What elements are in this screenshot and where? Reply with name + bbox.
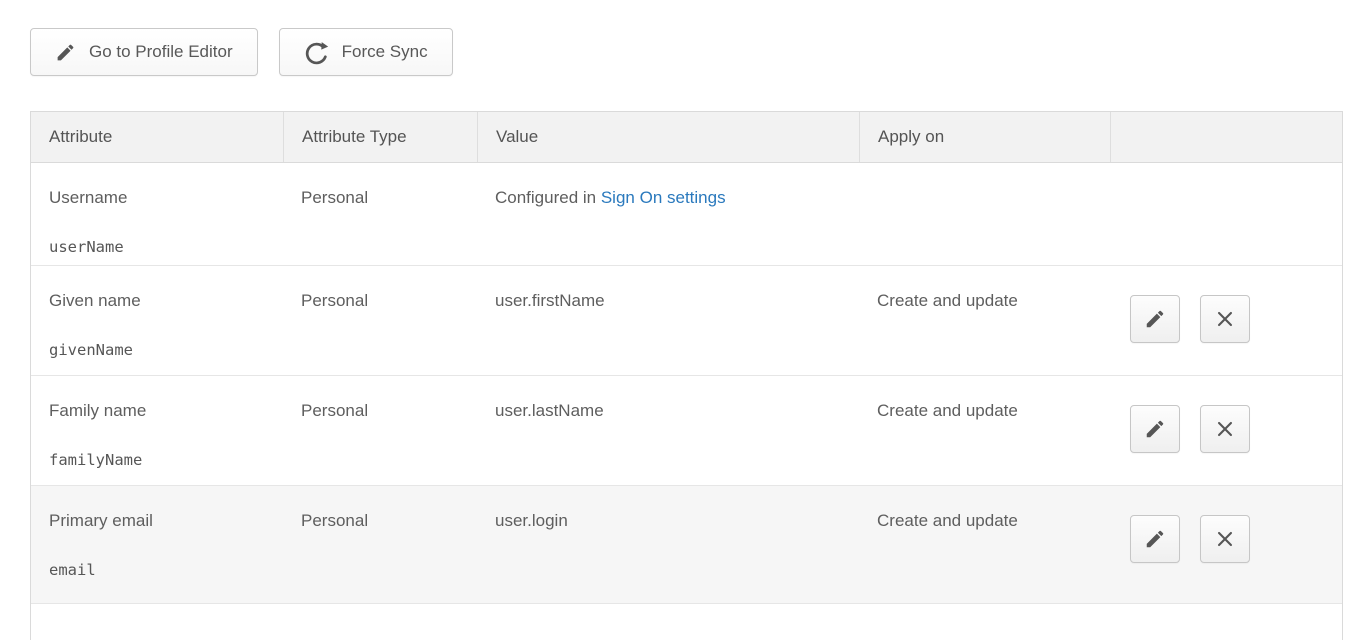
pencil-icon xyxy=(55,42,76,63)
table-row-username: Username userName Personal Configured in… xyxy=(31,163,1342,266)
header-value: Value xyxy=(477,112,859,162)
edit-attribute-button[interactable] xyxy=(1130,295,1180,343)
pencil-icon xyxy=(1144,418,1166,440)
attribute-variable-name: email xyxy=(49,561,265,579)
table-header-row: Attribute Attribute Type Value Apply on xyxy=(31,112,1342,163)
attribute-variable-name: userName xyxy=(49,238,265,256)
delete-attribute-button[interactable] xyxy=(1200,295,1250,343)
attribute-variable-name: givenName xyxy=(49,341,265,359)
force-sync-label: Force Sync xyxy=(342,42,428,62)
apply-on-cell: Create and update xyxy=(859,376,1110,485)
attribute-mappings-page: Go to Profile Editor Force Sync Attribut… xyxy=(0,0,1370,640)
value-prefix-text: Configured in xyxy=(495,188,601,207)
table-row-primary-email: Primary email email Personal user.login … xyxy=(31,486,1342,604)
actions-cell xyxy=(1110,163,1342,265)
attribute-cell: Primary email email xyxy=(31,486,283,603)
value-cell: user.lastName xyxy=(477,376,859,485)
edit-attribute-button[interactable] xyxy=(1130,515,1180,563)
value-cell: user.login xyxy=(477,486,859,603)
header-apply-on: Apply on xyxy=(859,112,1110,162)
delete-attribute-button[interactable] xyxy=(1200,405,1250,453)
header-attribute-type: Attribute Type xyxy=(283,112,477,162)
pencil-icon xyxy=(1144,528,1166,550)
header-attribute: Attribute xyxy=(31,112,283,162)
edit-attribute-button[interactable] xyxy=(1130,405,1180,453)
apply-on-cell xyxy=(859,163,1110,265)
attribute-type-cell: Personal xyxy=(283,376,477,485)
attribute-type-cell: Personal xyxy=(283,163,477,265)
header-actions xyxy=(1110,112,1342,162)
attribute-label: Given name xyxy=(49,291,265,311)
table-row-family-name: Family name familyName Personal user.las… xyxy=(31,376,1342,486)
attribute-type-cell: Personal xyxy=(283,266,477,375)
attribute-cell: Username userName xyxy=(31,163,283,265)
value-cell: user.firstName xyxy=(477,266,859,375)
actions-cell xyxy=(1110,486,1342,603)
close-icon xyxy=(1214,528,1236,550)
pencil-icon xyxy=(1144,308,1166,330)
actions-cell xyxy=(1110,266,1342,375)
attribute-label: Family name xyxy=(49,401,265,421)
attribute-cell: Family name familyName xyxy=(31,376,283,485)
attribute-label: Username xyxy=(49,188,265,208)
attribute-type-cell: Personal xyxy=(283,486,477,603)
apply-on-cell: Create and update xyxy=(859,486,1110,603)
actions-cell xyxy=(1110,376,1342,485)
attribute-variable-name: familyName xyxy=(49,451,265,469)
value-cell: Configured in Sign On settings xyxy=(477,163,859,265)
go-to-profile-editor-label: Go to Profile Editor xyxy=(89,42,233,62)
table-row-given-name: Given name givenName Personal user.first… xyxy=(31,266,1342,376)
close-icon xyxy=(1214,308,1236,330)
attribute-label: Primary email xyxy=(49,511,265,531)
sign-on-settings-link[interactable]: Sign On settings xyxy=(601,188,726,207)
close-icon xyxy=(1214,418,1236,440)
force-sync-button[interactable]: Force Sync xyxy=(279,28,453,76)
table-row-partial xyxy=(31,604,1342,640)
attribute-cell: Given name givenName xyxy=(31,266,283,375)
attribute-mapping-table: Attribute Attribute Type Value Apply on … xyxy=(30,111,1343,640)
apply-on-cell: Create and update xyxy=(859,266,1110,375)
delete-attribute-button[interactable] xyxy=(1200,515,1250,563)
refresh-icon xyxy=(304,40,329,65)
toolbar: Go to Profile Editor Force Sync xyxy=(30,28,1370,76)
go-to-profile-editor-button[interactable]: Go to Profile Editor xyxy=(30,28,258,76)
